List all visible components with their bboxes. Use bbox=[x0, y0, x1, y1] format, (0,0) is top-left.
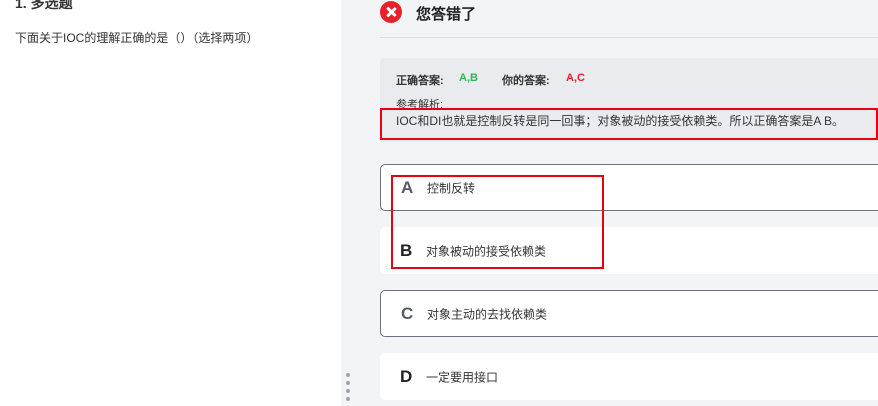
error-x-icon bbox=[380, 1, 402, 23]
drag-handle-icon[interactable] bbox=[346, 373, 350, 405]
option-letter: D bbox=[400, 366, 413, 386]
result-status: 您答错了 bbox=[416, 6, 477, 23]
option-d[interactable]: D 一定要用接口 bbox=[380, 353, 878, 400]
your-answer-value: A,C bbox=[566, 72, 585, 84]
question-title: 1. 多选题 bbox=[15, 0, 73, 11]
correct-answer-label: 正确答案: bbox=[396, 75, 444, 87]
pane-splitter[interactable] bbox=[341, 0, 357, 406]
options-highlight-box bbox=[391, 175, 604, 269]
option-text: 对象主动的去找依赖类 bbox=[427, 307, 548, 321]
question-text: 下面关于IOC的理解正确的是（）（选择两项） bbox=[15, 31, 259, 45]
option-c[interactable]: C 对象主动的去找依赖类 bbox=[380, 290, 878, 337]
correct-answer-value: A,B bbox=[459, 72, 478, 84]
option-text: 一定要用接口 bbox=[426, 370, 499, 384]
question-pane: 1. 多选题 下面关于IOC的理解正确的是（）（选择两项） bbox=[0, 0, 341, 406]
option-letter: C bbox=[401, 303, 414, 323]
explanation-highlight-box bbox=[380, 108, 878, 140]
your-answer-label: 你的答案: bbox=[502, 75, 550, 87]
divider bbox=[380, 37, 878, 38]
